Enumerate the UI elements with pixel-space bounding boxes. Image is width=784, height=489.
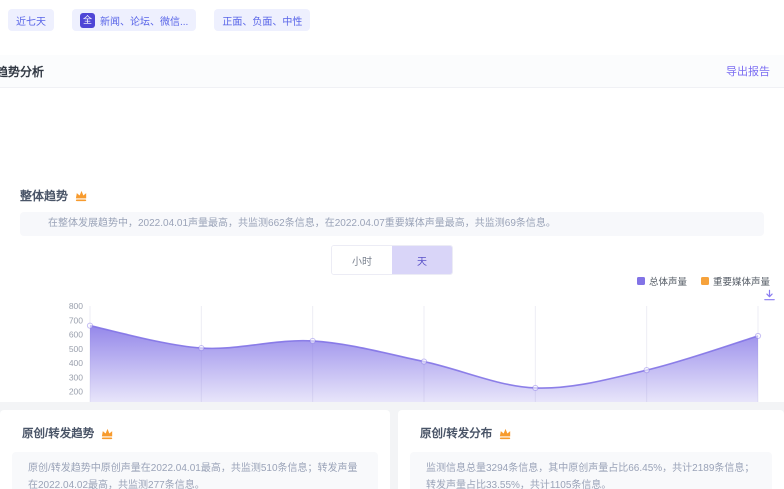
original-repost-distribution-summary: 监测信息总量3294条信息，其中原创声量占比66.45%，共计2189条信息；转…	[410, 452, 772, 489]
svg-text:600: 600	[69, 330, 83, 340]
svg-text:300: 300	[69, 372, 83, 382]
crown-icon	[498, 426, 513, 441]
filter-chip-sentiment[interactable]: 正面、负面、中性	[214, 9, 310, 31]
svg-text:800: 800	[69, 301, 83, 311]
legend-label-total: 总体声量	[649, 274, 687, 288]
overall-trend-title: 整体趋势	[20, 187, 68, 204]
legend-item-media[interactable]: 重要媒体声量	[701, 274, 770, 288]
legend-swatch-total	[637, 277, 645, 285]
original-repost-distribution-card: 原创/转发分布 监测信息总量3294条信息，其中原创声量占比66.45%，共计2…	[398, 410, 784, 489]
original-repost-trend-summary: 原创/转发趋势中原创声量在2022.04.01最高，共监测510条信息；转发声量…	[12, 452, 378, 489]
overall-trend-summary: 在整体发展趋势中，2022.04.01声量最高，共监测662条信息，在2022.…	[20, 212, 764, 236]
page-title: 趋势分析	[0, 63, 44, 80]
legend-swatch-media	[701, 277, 709, 285]
section-header: 趋势分析 导出报告	[0, 55, 784, 88]
overall-trend-card: 整体趋势 在整体发展趋势中，2022.04.01声量最高，共监测662条信息，在…	[0, 88, 784, 402]
svg-text:400: 400	[69, 358, 83, 368]
legend-label-media: 重要媒体声量	[713, 274, 770, 288]
filter-chip-time-range[interactable]: 近七天	[8, 9, 54, 31]
original-repost-trend-card: 原创/转发趋势 原创/转发趋势中原创声量在2022.04.01最高，共监测510…	[0, 410, 390, 489]
svg-text:500: 500	[69, 344, 83, 354]
original-repost-trend-title: 原创/转发趋势	[22, 425, 94, 441]
crown-icon	[74, 188, 89, 203]
svg-text:200: 200	[69, 387, 83, 397]
crown-icon	[100, 426, 115, 441]
filter-chip-sources[interactable]: 全 新闻、论坛、微信...	[72, 9, 196, 31]
chart-legend: 总体声量 重要媒体声量	[637, 274, 770, 288]
filter-bar: 近七天 全 新闻、论坛、微信... 正面、负面、中性	[8, 9, 310, 31]
bottom-section: 原创/转发趋势 原创/转发趋势中原创声量在2022.04.01最高，共监测510…	[0, 402, 784, 489]
legend-item-total[interactable]: 总体声量	[637, 274, 687, 288]
export-report-link[interactable]: 导出报告	[726, 63, 770, 79]
filter-chip-sources-label: 新闻、论坛、微信...	[100, 13, 188, 28]
original-repost-distribution-title: 原创/转发分布	[420, 425, 492, 441]
svg-text:700: 700	[69, 315, 83, 325]
toggle-day-button[interactable]: 天	[392, 246, 452, 274]
granularity-toggle: 小时 天	[331, 245, 453, 275]
sources-icon: 全	[80, 13, 95, 28]
analytics-page: 近七天 全 新闻、论坛、微信... 正面、负面、中性 趋势分析 导出报告 整体趋…	[0, 0, 784, 489]
toggle-hour-button[interactable]: 小时	[332, 246, 392, 274]
